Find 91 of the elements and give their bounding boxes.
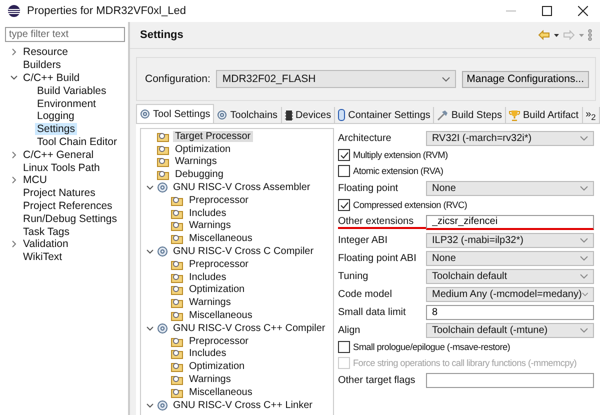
configuration-label: Configuration: (145, 73, 210, 85)
tree-item[interactable]: Warnings (173, 156, 219, 168)
tree-item[interactable]: Optimization (173, 144, 233, 155)
nav-item[interactable]: C/C++ Build (21, 72, 82, 84)
checkbox[interactable] (338, 341, 350, 353)
tree-item[interactable]: GNU RISC-V Cross C++ Compiler (171, 322, 328, 334)
tree-item[interactable]: Optimization (187, 361, 247, 372)
nav-item[interactable]: C/C++ General (21, 148, 96, 161)
nav-item[interactable]: Builders (21, 59, 63, 72)
dropdown[interactable]: None (426, 180, 594, 196)
tree-item[interactable]: Warnings (187, 374, 233, 386)
tree-item[interactable]: GNU RISC-V Cross C++ Linker (171, 400, 314, 411)
checkbox-label: Force string operations to call library functions (-mmemcpy) (353, 358, 577, 368)
checkbox[interactable] (338, 165, 350, 177)
chevron-down-icon (580, 256, 588, 260)
tree-item[interactable]: Preprocessor (187, 336, 250, 347)
chevron-down-icon (580, 274, 588, 278)
dropdown-caret-icon[interactable] (554, 34, 559, 36)
tree-item[interactable]: Optimization (187, 284, 247, 296)
input-field[interactable]: 8 (426, 304, 594, 320)
chip-icon (284, 110, 293, 120)
cylinder-icon (338, 109, 346, 121)
input-field[interactable]: _zicsr_zifencei (426, 214, 594, 230)
field-label: Small data limit (338, 306, 407, 318)
tab[interactable]: Tool Settings (136, 104, 214, 123)
chevron-down-icon (580, 186, 588, 190)
maximize-icon[interactable] (542, 6, 552, 16)
chevron-down-icon (442, 76, 450, 82)
nav-item[interactable]: Project Natures (21, 187, 98, 200)
trophy-icon (508, 110, 520, 120)
nav-item[interactable]: Run/Debug Settings (21, 212, 119, 225)
page-title: Settings (140, 29, 184, 41)
nav-item[interactable]: MCU (21, 174, 49, 186)
dropdown[interactable]: ILP32 (-mabi=ilp32*) (426, 232, 594, 248)
tree-item[interactable]: Includes (187, 348, 228, 360)
field-label: Align (338, 324, 362, 336)
tree-item[interactable]: GNU RISC-V Cross C Compiler (171, 246, 316, 258)
tree-item[interactable]: Target Processor (173, 130, 253, 142)
field-label: Architecture (338, 132, 392, 144)
dropdown[interactable]: Medium Any (-mcmodel=medany) (426, 286, 594, 302)
nav-item[interactable]: Validation (21, 238, 70, 250)
checkbox-label: Atomic extension (RVA) (353, 166, 444, 176)
dropdown[interactable]: None (426, 250, 594, 266)
filter-field[interactable]: type filter text (5, 27, 125, 42)
more-options-icon[interactable] (588, 29, 592, 41)
field-label: Integer ABI (338, 234, 388, 246)
manage-configurations-button[interactable]: Manage Configurations... (462, 70, 589, 88)
field-label: Floating point (338, 182, 400, 194)
chevron-down-icon (580, 238, 588, 242)
tree-item[interactable]: Warnings (187, 297, 233, 308)
configuration-dropdown[interactable]: MDR32F02_FLASH (216, 70, 456, 88)
field-label: Other target flags (338, 374, 416, 386)
nav-item[interactable]: WikiText (21, 251, 64, 264)
tree-item[interactable]: Miscellaneous (187, 233, 254, 244)
tree-item[interactable]: Preprocessor (187, 194, 250, 206)
nav-item[interactable]: Logging (35, 110, 76, 122)
checkbox-label: Multiply extension (RVM) (353, 150, 448, 160)
dropdown[interactable]: RV32I (-march=rv32i*) (426, 130, 594, 146)
app-icon (7, 4, 21, 18)
field-label: Code model (338, 288, 393, 300)
tree-item[interactable]: GNU RISC-V Cross Assembler (171, 182, 312, 194)
nav-item[interactable]: Build Variables (35, 84, 108, 97)
close-icon[interactable] (578, 6, 588, 16)
nav-item[interactable]: Task Tags (21, 226, 72, 238)
tree-item[interactable]: Warnings (187, 220, 233, 232)
dropdown[interactable]: Toolchain default (426, 268, 594, 284)
dropdown[interactable]: Toolchain default (-mtune) (426, 322, 594, 338)
nav-item[interactable]: Tool Chain Editor (35, 136, 119, 148)
input-field[interactable] (426, 372, 594, 388)
chevron-down-icon (580, 136, 588, 140)
tree-item[interactable]: Miscellaneous (187, 310, 254, 322)
nav-item[interactable]: Resource (21, 46, 70, 58)
chevron-down-icon (582, 292, 588, 296)
nav-item[interactable]: Linux Tools Path (21, 162, 102, 174)
chevron-down-icon (580, 328, 588, 332)
nav-item[interactable]: Settings (35, 123, 77, 136)
checkbox[interactable] (338, 199, 350, 211)
window-title: Properties for MDR32VF0xl_Led (27, 5, 186, 17)
tree-item[interactable]: Debugging (173, 169, 226, 180)
checkbox-label: Compressed extension (RVC) (353, 200, 468, 210)
tree-item[interactable]: Includes (187, 208, 228, 219)
field-label: Floating point ABI (338, 252, 418, 264)
checkbox[interactable] (338, 149, 350, 161)
nav-item[interactable]: Project References (21, 200, 114, 212)
hammer-icon (437, 110, 448, 120)
checkbox-label: Small prologue/epilogue (-msave-restore) (353, 342, 510, 352)
tree-item[interactable]: Miscellaneous (187, 386, 254, 398)
nav-item[interactable]: Environment (35, 98, 98, 110)
tree-item[interactable]: Preprocessor (187, 258, 250, 270)
tree-item[interactable]: Includes (187, 272, 228, 283)
field-label: Tuning (338, 270, 370, 282)
